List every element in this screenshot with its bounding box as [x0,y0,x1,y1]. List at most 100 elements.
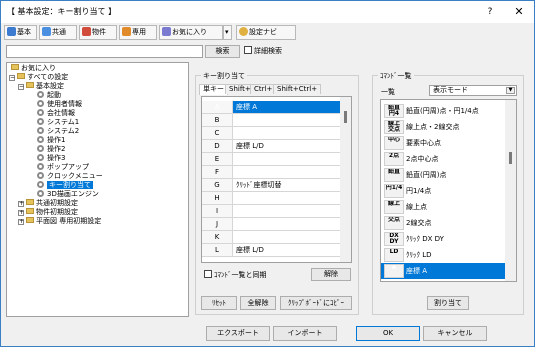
tree-item-operation1[interactable]: 操作1 [37,136,65,145]
key-row[interactable]: B [202,114,340,127]
search-button[interactable]: 検索 [205,45,240,58]
tree-item-all-settings[interactable]: − すべての設定 [9,73,68,82]
sync-checkbox-box[interactable] [204,270,212,278]
tree-item-property-initial[interactable]: + 物件初期設定 [18,208,78,217]
key-command [234,114,340,126]
gear-icon [37,172,44,179]
tree-item-user-info[interactable]: 使用者情報 [37,100,82,109]
key-row[interactable]: J [202,218,340,231]
command-icon: 円1/4 [384,184,404,198]
key-label: J [202,218,233,230]
reset-button[interactable]: ﾘｾｯﾄ [201,296,237,310]
tree-item-floorplan-initial[interactable]: + 平面図 専用初期設定 [18,217,101,226]
key-label: G [202,179,233,191]
chevron-down-icon[interactable]: ▼ [506,87,515,94]
display-mode-select[interactable]: 表示モード ▼ [429,85,517,96]
command-item[interactable]: 円1/4 円1/4点 [381,183,506,199]
tree-item-3d-engine[interactable]: 3D描画エンジン [37,190,99,199]
detail-search-box[interactable] [244,46,252,54]
command-list-scrollbar[interactable] [505,100,516,281]
property-button[interactable]: 物件 [79,25,117,40]
gear-icon [37,163,44,170]
key-row[interactable]: I [202,205,340,218]
settings-navi-button[interactable]: 設定ナビ [236,25,296,40]
key-label: B [202,114,233,126]
command-item[interactable]: 線上 線上点 [381,199,506,215]
key-row[interactable]: H [202,192,340,205]
key-row[interactable]: F [202,166,340,179]
tree-item-system1[interactable]: システム1 [37,118,79,127]
command-item[interactable]: 鉛直 円4 鉛直(円周)点・円1/4点 [381,103,506,119]
tree-item-key-assign[interactable]: キー割り当て [37,181,93,190]
clear-all-button[interactable]: 全解除 [240,296,276,310]
key-row[interactable]: D 座標 L/D [202,140,340,153]
command-item[interactable]: DX DY ｸﾘｯｸ DX DY [381,231,506,247]
key-row[interactable]: A 座標 A [202,101,340,114]
clear-button[interactable]: 解除 [311,268,351,281]
tree-item-common-initial[interactable]: + 共通初期設定 [18,199,78,208]
tree-item-system2[interactable]: システム2 [37,127,79,136]
key-command [234,218,340,230]
sync-command-checkbox[interactable]: ｺﾏﾝﾄﾞ一覧と同期 [204,270,267,280]
scrollbar-thumb[interactable] [509,152,512,164]
tree-item-clock-menu[interactable]: クロックメニュー [37,172,103,181]
import-button[interactable]: インポート [273,326,337,341]
command-label: ｸﾘｯｸ DX DY [406,235,444,243]
command-item[interactable]: 鉛直 鉛直(円周)点 [381,167,506,183]
command-item[interactable]: 交点 2線交点 [381,215,506,231]
cancel-button[interactable]: キャンセル [423,326,487,341]
key-command [234,166,340,178]
key-label: A [202,101,233,113]
folder-icon [17,73,25,79]
gear-icon [37,154,44,161]
basic-button[interactable]: 基本 [4,25,37,40]
command-item[interactable]: 中心 要素中心点 [381,135,506,151]
tree-item-startup[interactable]: 起動 [37,91,61,100]
copy-clipboard-button[interactable]: ｸﾘｯﾌﾟﾎﾞｰﾄﾞにｺﾋﾟｰ [280,296,352,310]
detail-search-checkbox[interactable]: 詳細検索 [244,46,282,56]
command-icon: 線上 [384,200,404,214]
key-row[interactable]: E [202,153,340,166]
tree-item-operation3[interactable]: 操作3 [37,154,65,163]
dedicated-button[interactable]: 専用 [119,25,157,40]
command-item[interactable]: 線上 交点 線上点・2線交点 [381,119,506,135]
tree-item-popup[interactable]: ポップアップ [37,163,89,172]
tree-item-favorites[interactable]: お気に入り [11,64,56,73]
expand-icon[interactable]: + [18,219,24,225]
expand-icon[interactable]: + [18,210,24,216]
command-icon: 中心 [384,136,404,150]
key-row[interactable]: K [202,231,340,244]
key-row[interactable]: L 座標 L/D [202,244,340,257]
ok-button[interactable]: OK [356,326,420,341]
help-button[interactable]: ? [477,3,503,21]
command-item[interactable]: A 座標 A [381,263,506,279]
command-item[interactable]: 2点 2点中心点 [381,151,506,167]
key-list-scrollbar[interactable] [340,97,351,262]
tab-single-key[interactable]: 単キー [199,84,228,95]
favorites-dropdown-button[interactable]: ▾ [223,25,232,40]
favorites-icon [162,27,171,36]
close-button[interactable]: ✕ [506,3,532,21]
common-button[interactable]: 共通 [39,25,77,40]
tree-item-company-info[interactable]: 会社情報 [37,109,75,118]
expand-icon[interactable]: + [18,201,24,207]
collapse-icon[interactable]: − [9,75,15,81]
tree-item-operation2[interactable]: 操作2 [37,145,65,154]
favorites-button[interactable]: お気に入り [159,25,223,40]
assign-button[interactable]: 割り当て [427,296,469,310]
key-label: L [202,244,233,256]
gear-icon [37,100,44,107]
collapse-icon[interactable]: − [18,84,24,90]
settings-tree: お気に入り − すべての設定 − 基本設定 起動 使用者情報 会社情報 システム1 … [6,62,189,317]
command-icon: 交点 [384,216,404,230]
scrollbar-thumb[interactable] [344,111,347,123]
tree-item-basic-settings[interactable]: − 基本設定 [18,82,64,91]
search-input[interactable] [6,45,203,58]
folder-icon [26,82,34,88]
key-row[interactable]: C [202,127,340,140]
common-icon [42,27,51,36]
export-button[interactable]: エクスポート [206,326,270,341]
command-item[interactable]: LD ｸﾘｯｸ LD [381,247,506,263]
tab-shift-ctrl[interactable]: Shift+Ctrl+ [273,84,322,94]
key-row[interactable]: G ｸﾘｯﾄﾞ座標切替 [202,179,340,192]
